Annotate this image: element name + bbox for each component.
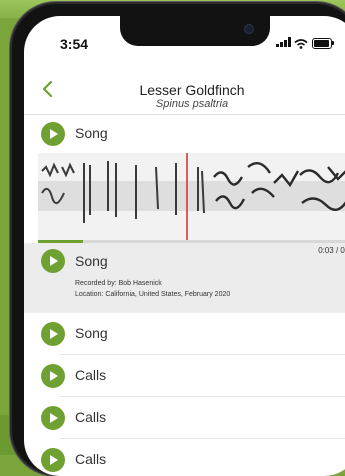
now-playing-row[interactable]: 0:03 / 0:21 Song Recorded by: Bob Haseni… bbox=[24, 243, 345, 313]
status-time: 3:54 bbox=[60, 36, 89, 52]
recording-label: Calls bbox=[75, 367, 107, 383]
play-icon[interactable] bbox=[41, 406, 65, 430]
spectrogram[interactable] bbox=[38, 153, 345, 241]
recording-label: Calls bbox=[75, 409, 107, 425]
recording-label: Song bbox=[75, 325, 108, 341]
play-icon[interactable] bbox=[41, 122, 65, 146]
battery-icon bbox=[312, 38, 332, 49]
camera-icon bbox=[245, 25, 253, 33]
page-subtitle: Spinus psaltria bbox=[155, 98, 229, 110]
now-playing-label: Song bbox=[75, 253, 108, 269]
recording-label: Calls bbox=[75, 451, 107, 467]
recording-row-4[interactable]: Calls bbox=[24, 355, 345, 397]
recording-row-3[interactable]: Song bbox=[24, 313, 345, 355]
battery-tip bbox=[332, 41, 334, 45]
recording-row-6[interactable]: Calls bbox=[24, 439, 345, 476]
playback-time: 0:03 / 0:21 bbox=[318, 246, 345, 255]
play-icon[interactable] bbox=[41, 448, 65, 472]
recording-row-1[interactable]: Song bbox=[24, 113, 345, 155]
play-icon[interactable] bbox=[41, 249, 65, 273]
recording-label: Song bbox=[75, 125, 108, 141]
notch bbox=[120, 16, 270, 46]
phone-screen: 3:54 Lesser Goldfinch Spinus psaltria So… bbox=[24, 16, 345, 476]
recording-row-5[interactable]: Calls bbox=[24, 397, 345, 439]
page-title: Lesser Goldfinch bbox=[139, 82, 245, 98]
recording-location: Location: California, United States, Feb… bbox=[75, 291, 231, 298]
signal-icon bbox=[276, 37, 291, 47]
recorded-by: Recorded by: Bob Hasenick bbox=[75, 280, 162, 287]
play-icon[interactable] bbox=[41, 364, 65, 388]
play-icon[interactable] bbox=[41, 322, 65, 346]
wifi-icon bbox=[294, 39, 308, 49]
